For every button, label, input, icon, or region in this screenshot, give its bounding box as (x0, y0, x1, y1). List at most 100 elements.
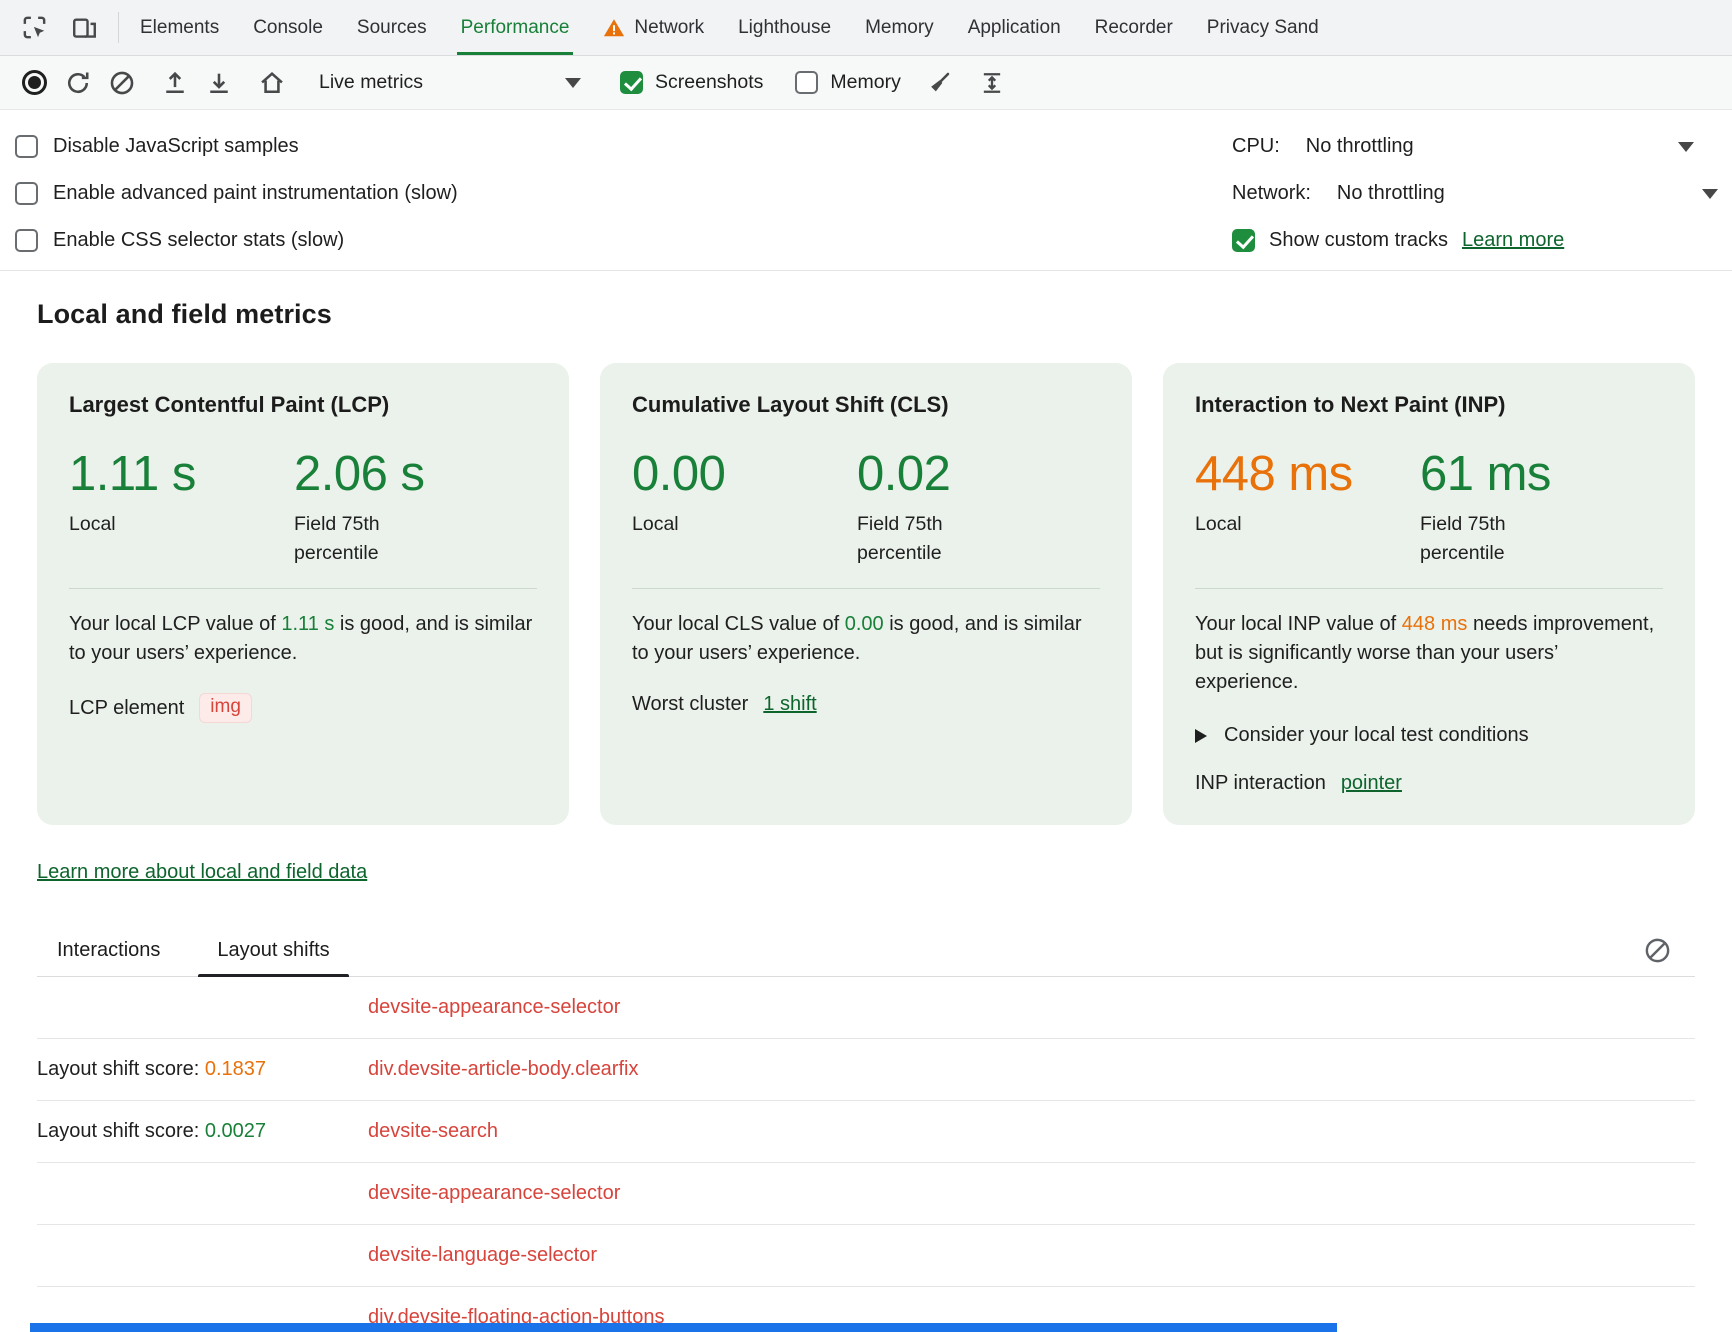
divider (118, 12, 119, 43)
home-button[interactable] (250, 62, 294, 104)
field-data-learn-more-link[interactable]: Learn more about local and field data (37, 861, 367, 883)
layout-shift-score: Layout shift score: 0.0027 (37, 1120, 368, 1143)
devtools-tabbar: Elements Console Sources Performance Net… (0, 0, 1732, 56)
node-link[interactable]: devsite-appearance-selector (368, 1182, 620, 1205)
local-test-conditions-disclosure[interactable]: Consider your local test conditions (1195, 724, 1663, 747)
memory-toggle[interactable]: Memory (779, 71, 916, 94)
cls-description: Your local CLS value of 0.00 is good, an… (632, 610, 1100, 668)
tab-console[interactable]: Console (236, 0, 340, 55)
triangle-right-icon (1195, 729, 1207, 743)
tab-application[interactable]: Application (951, 0, 1078, 55)
log-tabs: Interactions Layout shifts (37, 924, 1695, 977)
chevron-down-icon (565, 78, 581, 88)
screenshots-checkbox[interactable] (620, 71, 643, 94)
divider (69, 588, 537, 589)
tab-elements[interactable]: Elements (123, 0, 236, 55)
node-link[interactable]: devsite-search (368, 1120, 498, 1143)
devtools-window: Elements Console Sources Performance Net… (0, 0, 1732, 1332)
live-metrics-log: Interactions Layout shifts devsite-appea… (37, 924, 1695, 1332)
disable-js-samples-checkbox[interactable] (15, 135, 38, 158)
load-profile-button[interactable] (153, 62, 197, 104)
layout-shift-row[interactable]: Layout shift score: 0.0027 devsite-searc… (37, 1101, 1695, 1163)
circle-slash-icon (1643, 936, 1672, 965)
tab-sources[interactable]: Sources (340, 0, 444, 55)
inp-interaction-link[interactable]: pointer (1341, 772, 1402, 795)
lcp-local-value: 1.11 s (69, 448, 294, 501)
reload-icon (64, 69, 92, 97)
cpu-throttling-select[interactable]: CPU: No throttling (1232, 123, 1694, 170)
tab-privacy-sandbox[interactable]: Privacy Sand (1190, 0, 1336, 55)
lcp-element-label: LCP element (69, 697, 184, 720)
live-metrics-label: Live metrics (319, 71, 423, 94)
tab-performance[interactable]: Performance (444, 0, 587, 55)
throttling-settings: CPU: No throttling Network: No throttlin… (1232, 123, 1694, 264)
home-icon (258, 69, 286, 97)
worst-cluster-link[interactable]: 1 shift (763, 693, 816, 716)
vertical-arrows-icon (978, 69, 1006, 97)
live-metrics-dropdown[interactable]: Live metrics (303, 71, 595, 94)
advanced-paint-checkbox[interactable] (15, 182, 38, 205)
layout-shift-score: Layout shift score: 0.1837 (37, 1058, 368, 1081)
worst-cluster-label: Worst cluster (632, 693, 748, 716)
record-button[interactable] (12, 62, 56, 104)
tab-recorder[interactable]: Recorder (1078, 0, 1190, 55)
inspect-icon (20, 13, 49, 42)
node-link[interactable]: div.devsite-article-body.clearfix (368, 1058, 638, 1081)
lcp-description: Your local LCP value of 1.11 s is good, … (69, 610, 537, 668)
device-toolbar-icon (70, 13, 99, 42)
lcp-card: Largest Contentful Paint (LCP) 1.11 s Lo… (37, 363, 569, 825)
layout-shift-row[interactable]: Layout shift score: 0.1837 div.devsite-a… (37, 1039, 1695, 1101)
screenshots-label: Screenshots (655, 71, 763, 94)
divider (1195, 588, 1663, 589)
custom-tracks-learn-more-link[interactable]: Learn more (1462, 229, 1564, 252)
show-custom-tracks-checkbox[interactable] (1232, 229, 1255, 252)
tab-layout-shifts[interactable]: Layout shifts (217, 924, 329, 976)
css-selector-stats-checkbox[interactable] (15, 229, 38, 252)
inspect-button[interactable] (12, 7, 56, 49)
warning-icon (603, 17, 625, 39)
layout-shift-row[interactable]: devsite-language-selector (37, 1225, 1695, 1287)
lcp-field-value: 2.06 s (294, 448, 424, 501)
inp-field-value: 61 ms (1420, 448, 1551, 501)
record-and-reload-button[interactable] (56, 62, 100, 104)
memory-checkbox[interactable] (795, 71, 818, 94)
device-toolbar-button[interactable] (62, 7, 106, 49)
cls-local-value: 0.00 (632, 448, 857, 501)
panel-tabs: Elements Console Sources Performance Net… (123, 0, 1336, 55)
broom-icon (925, 69, 953, 97)
page-title: Local and field metrics (37, 299, 1695, 330)
live-metrics-view: Local and field metrics Largest Contentf… (0, 271, 1732, 1332)
setting-show-custom-tracks[interactable]: Show custom tracks Learn more (1232, 217, 1694, 264)
metric-cards: Largest Contentful Paint (LCP) 1.11 s Lo… (37, 363, 1695, 825)
lcp-card-title: Largest Contentful Paint (LCP) (69, 392, 537, 418)
cls-card-title: Cumulative Layout Shift (CLS) (632, 392, 1100, 418)
clear-log-button[interactable] (1635, 929, 1679, 971)
inp-description: Your local INP value of 448 ms needs imp… (1195, 610, 1663, 697)
circle-slash-icon (108, 69, 136, 97)
capture-settings: Disable JavaScript samples Enable advanc… (0, 110, 1732, 271)
inp-card-title: Interaction to Next Paint (INP) (1195, 392, 1663, 418)
inp-card: Interaction to Next Paint (INP) 448 ms L… (1163, 363, 1695, 825)
screenshots-toggle[interactable]: Screenshots (604, 71, 779, 94)
network-throttling-select[interactable]: Network: No throttling (1232, 170, 1694, 217)
tab-interactions[interactable]: Interactions (57, 924, 160, 976)
lcp-element-node-link[interactable]: img (199, 693, 252, 723)
chevron-down-icon (1678, 142, 1694, 152)
capture-settings-button[interactable] (970, 62, 1014, 104)
record-icon (22, 70, 47, 95)
cls-field-value: 0.02 (857, 448, 985, 501)
layout-shift-row[interactable]: devsite-appearance-selector (37, 977, 1695, 1039)
chevron-down-icon (1702, 189, 1718, 199)
horizontal-scrollbar-thumb[interactable] (30, 1323, 1337, 1332)
memory-label: Memory (830, 71, 900, 94)
node-link[interactable]: devsite-appearance-selector (368, 996, 620, 1019)
layout-shift-row[interactable]: devsite-appearance-selector (37, 1163, 1695, 1225)
tab-lighthouse[interactable]: Lighthouse (721, 0, 848, 55)
tab-memory[interactable]: Memory (848, 0, 951, 55)
node-link[interactable]: devsite-language-selector (368, 1244, 597, 1267)
upload-icon (161, 69, 189, 97)
tab-network[interactable]: Network (586, 0, 721, 55)
clear-button[interactable] (100, 62, 144, 104)
save-profile-button[interactable] (197, 62, 241, 104)
collect-garbage-button[interactable] (917, 62, 961, 104)
